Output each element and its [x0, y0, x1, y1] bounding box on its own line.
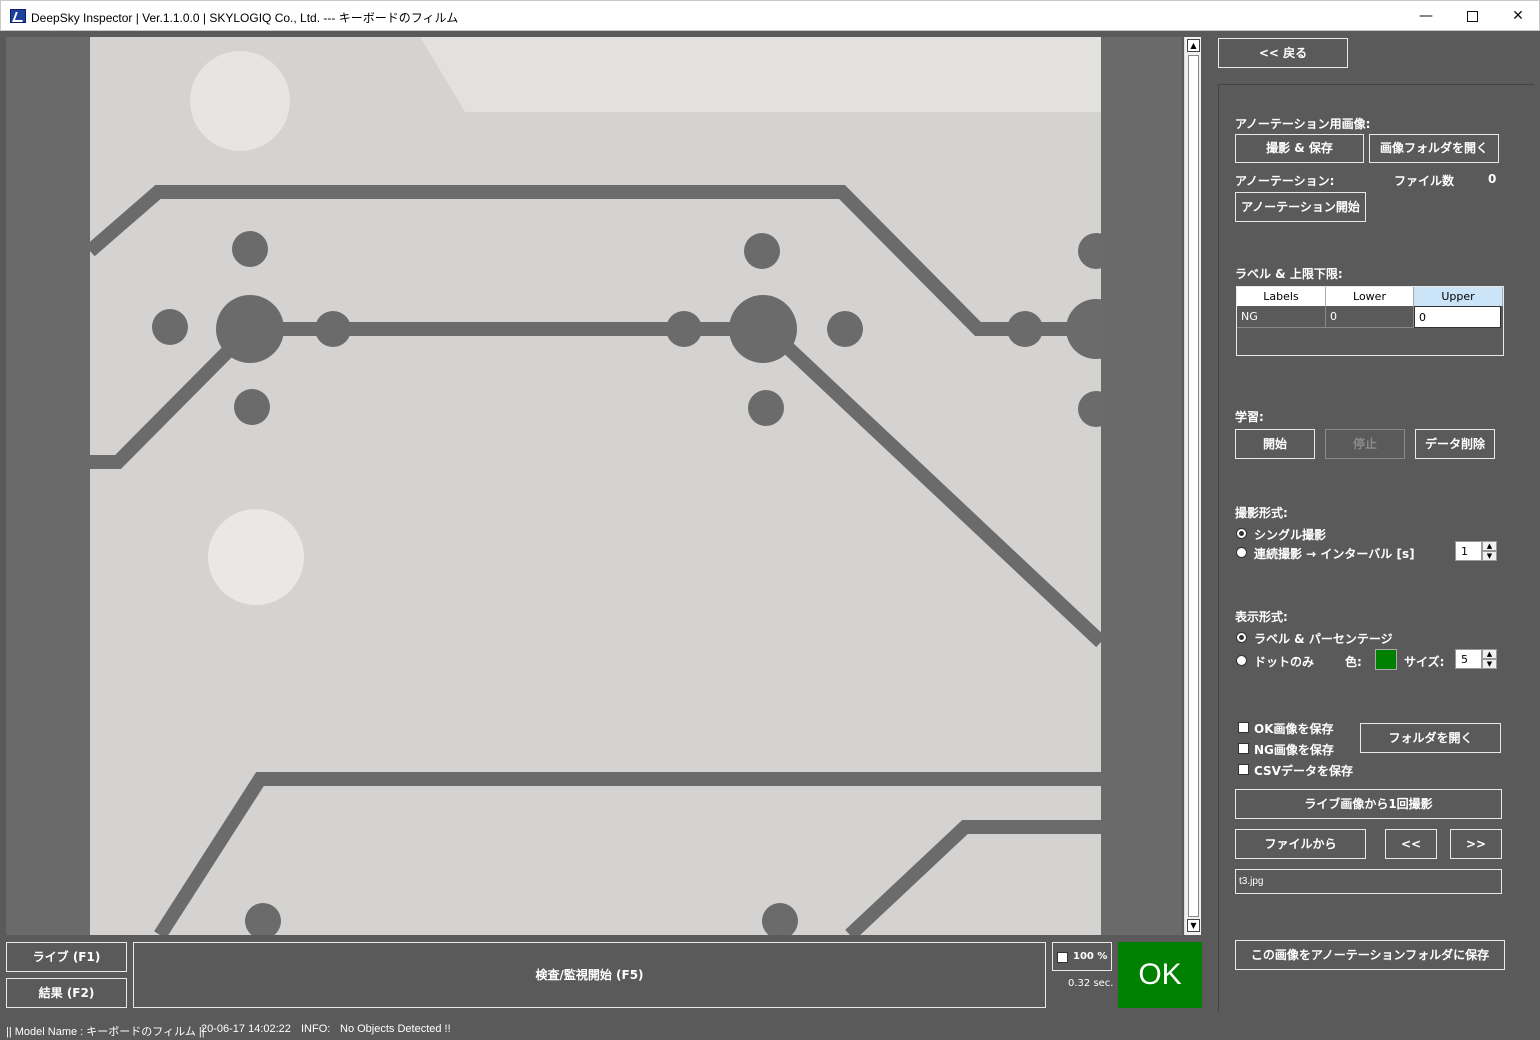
grid-cell-upper[interactable]: 0: [1414, 306, 1501, 328]
delete-data-button[interactable]: データ削除: [1415, 429, 1495, 459]
open-image-folder-button[interactable]: 画像フォルダを開く: [1369, 134, 1499, 163]
maximize-icon: [1466, 10, 1478, 22]
next-file-button[interactable]: >>: [1450, 829, 1502, 859]
size-up-icon[interactable]: ▲: [1482, 649, 1497, 659]
label-percentage-label: ラベル & パーセンテージ: [1254, 632, 1393, 646]
title-bar: DeepSky Inspector | Ver.1.1.0.0 | SKYLOG…: [0, 0, 1540, 31]
learning-heading: 学習:: [1235, 410, 1264, 424]
label-percentage-radio[interactable]: [1236, 632, 1247, 643]
file-name-field[interactable]: t3.jpg: [1235, 869, 1502, 894]
dot-color-swatch[interactable]: [1375, 649, 1397, 670]
interval-stepper[interactable]: 1 ▲ ▼: [1455, 541, 1497, 561]
scroll-down-icon[interactable]: ▼: [1187, 919, 1200, 932]
size-label: サイズ:: [1404, 655, 1445, 669]
continuous-capture-radio[interactable]: [1236, 547, 1247, 558]
scrollbar-thumb[interactable]: [1188, 55, 1199, 917]
inference-time: 0.32 sec.: [1068, 978, 1114, 989]
save-ok-checkbox[interactable]: [1238, 722, 1249, 733]
single-capture-radio[interactable]: [1236, 528, 1247, 539]
grid-header-labels: Labels: [1237, 287, 1326, 306]
status-bar: || Model Name : キーボードのフィルム || 20-06-17 1…: [0, 1019, 1540, 1040]
save-ng-checkbox[interactable]: [1238, 743, 1249, 754]
zoom-label: 100 %: [1073, 951, 1108, 962]
size-stepper[interactable]: 5 ▲ ▼: [1455, 649, 1497, 669]
annotation-image-heading: アノーテーション用画像:: [1235, 117, 1371, 131]
capture-save-button[interactable]: 撮影 & 保存: [1235, 134, 1364, 163]
scroll-up-icon[interactable]: ▲: [1187, 39, 1200, 52]
inspection-image: [90, 37, 1101, 935]
image-vertical-scrollbar[interactable]: ▲ ▼: [1184, 37, 1201, 935]
save-csv-checkbox[interactable]: [1238, 764, 1249, 775]
size-down-icon[interactable]: ▼: [1482, 659, 1497, 669]
status-model-name: || Model Name : キーボードのフィルム ||: [6, 1026, 205, 1038]
grid-header-upper: Upper: [1414, 287, 1503, 306]
minimize-button[interactable]: —: [1403, 1, 1449, 31]
close-button[interactable]: ✕: [1495, 1, 1540, 31]
result-button[interactable]: 結果 (F2): [6, 978, 127, 1008]
window-title: DeepSky Inspector | Ver.1.1.0.0 | SKYLOG…: [31, 11, 459, 25]
single-capture-label: シングル撮影: [1254, 528, 1327, 542]
status-timestamp: 20-06-17 14:02:22: [201, 1023, 291, 1035]
continuous-capture-label: 連続撮影 → インターバル [s]: [1254, 547, 1415, 561]
open-folder-button[interactable]: フォルダを開く: [1360, 723, 1501, 753]
capture-mode-heading: 撮影形式:: [1235, 506, 1288, 520]
start-annotation-button[interactable]: アノーテーション開始: [1235, 192, 1366, 222]
previous-file-button[interactable]: <<: [1385, 829, 1437, 859]
interval-up-icon[interactable]: ▲: [1482, 541, 1497, 551]
grid-cell-label[interactable]: NG: [1237, 306, 1326, 328]
file-count-value: 0: [1488, 172, 1497, 186]
maximize-button[interactable]: [1449, 1, 1495, 31]
back-button[interactable]: << 戻る: [1218, 38, 1348, 68]
zoom-checkbox[interactable]: [1057, 952, 1068, 963]
save-to-annotation-button[interactable]: この画像をアノーテーションフォルダに保存: [1235, 940, 1505, 970]
interval-down-icon[interactable]: ▼: [1482, 551, 1497, 561]
learning-start-button[interactable]: 開始: [1235, 429, 1315, 459]
save-ng-label: NG画像を保存: [1254, 743, 1334, 757]
label-limits-heading: ラベル & 上限下限:: [1235, 267, 1343, 281]
dot-only-radio[interactable]: [1236, 655, 1247, 666]
live-button[interactable]: ライブ (F1): [6, 942, 127, 972]
status-info-label: INFO:: [301, 1023, 331, 1035]
grid-header-lower: Lower: [1326, 287, 1414, 306]
file-count-label: ファイル数: [1394, 174, 1455, 188]
save-csv-label: CSVデータを保存: [1254, 764, 1353, 778]
label-limits-grid[interactable]: Labels Lower Upper NG 0 0: [1236, 286, 1504, 356]
grid-cell-lower[interactable]: 0: [1326, 306, 1414, 328]
size-value[interactable]: 5: [1455, 649, 1482, 669]
status-info-text: No Objects Detected !!: [340, 1023, 451, 1035]
app-logo-icon: [10, 9, 26, 23]
zoom-toggle[interactable]: 100 %: [1052, 942, 1112, 971]
from-file-button[interactable]: ファイルから: [1235, 829, 1366, 859]
learning-stop-button[interactable]: 停止: [1325, 429, 1405, 459]
dot-only-label: ドットのみ: [1254, 655, 1315, 669]
inspection-image-viewer[interactable]: [6, 37, 1182, 935]
save-ok-label: OK画像を保存: [1254, 722, 1334, 736]
inspect-start-button[interactable]: 検査/監視開始 (F5): [133, 942, 1046, 1008]
judgement-badge: OK: [1118, 942, 1202, 1008]
color-label: 色:: [1345, 655, 1362, 669]
interval-value[interactable]: 1: [1455, 541, 1482, 561]
display-mode-heading: 表示形式:: [1235, 610, 1288, 624]
annotation-heading: アノーテーション:: [1235, 174, 1335, 188]
capture-once-button[interactable]: ライブ画像から1回撮影: [1235, 789, 1502, 819]
